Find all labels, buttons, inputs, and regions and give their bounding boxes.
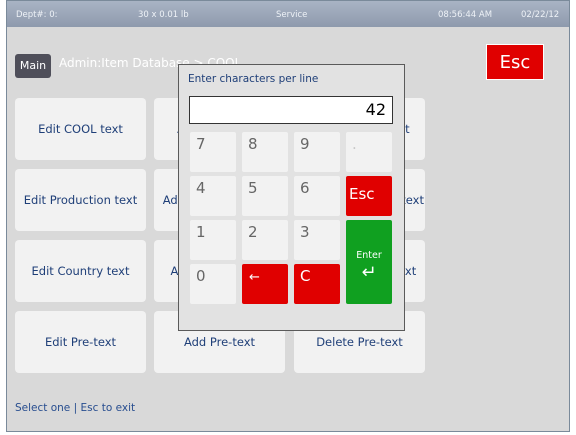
edit-pre-text-button[interactable]: Edit Pre-text bbox=[15, 311, 146, 373]
key-4[interactable]: 4 bbox=[190, 176, 236, 216]
backspace-icon: ← bbox=[249, 270, 260, 285]
enter-icon: ↵ bbox=[361, 262, 377, 283]
app-window: Dept#: 0: 30 x 0.01 lb Service 08:56:44 … bbox=[6, 0, 570, 432]
key-7[interactable]: 7 bbox=[190, 132, 236, 172]
key-1[interactable]: 1 bbox=[190, 220, 236, 260]
time-status: 08:56:44 AM bbox=[438, 10, 493, 20]
date-status: 02/22/12 bbox=[521, 10, 560, 20]
number-entry-dialog: Enter characters per line 42 7 8 9 . 4 5… bbox=[178, 64, 405, 331]
value-display: 42 bbox=[189, 96, 393, 124]
key-6[interactable]: 6 bbox=[294, 176, 340, 216]
scale-status: 30 x 0.01 lb bbox=[138, 10, 189, 20]
edit-production-text-button[interactable]: Edit Production text bbox=[15, 169, 146, 231]
esc-button[interactable]: Esc bbox=[486, 44, 544, 80]
key-2[interactable]: 2 bbox=[242, 220, 288, 260]
backspace-key[interactable]: ← bbox=[242, 264, 288, 304]
key-8[interactable]: 8 bbox=[242, 132, 288, 172]
edit-country-text-button[interactable]: Edit Country text bbox=[15, 240, 146, 302]
edit-cool-text-button[interactable]: Edit COOL text bbox=[15, 98, 146, 160]
key-0[interactable]: 0 bbox=[190, 264, 236, 304]
clear-key[interactable]: C bbox=[294, 264, 340, 304]
key-blank: . bbox=[346, 132, 392, 172]
footer-hint: Select one | Esc to exit bbox=[15, 402, 136, 414]
main-button[interactable]: Main bbox=[15, 54, 51, 78]
enter-key[interactable]: Enter ↵ bbox=[346, 220, 392, 304]
key-9[interactable]: 9 bbox=[294, 132, 340, 172]
key-esc[interactable]: Esc bbox=[346, 176, 392, 216]
enter-label: Enter bbox=[356, 250, 382, 261]
mode-status: Service bbox=[276, 10, 308, 20]
key-3[interactable]: 3 bbox=[294, 220, 340, 260]
dept-status: Dept#: 0: bbox=[16, 10, 58, 20]
status-bar: Dept#: 0: 30 x 0.01 lb Service 08:56:44 … bbox=[7, 1, 569, 27]
dialog-title: Enter characters per line bbox=[188, 73, 319, 85]
key-5[interactable]: 5 bbox=[242, 176, 288, 216]
